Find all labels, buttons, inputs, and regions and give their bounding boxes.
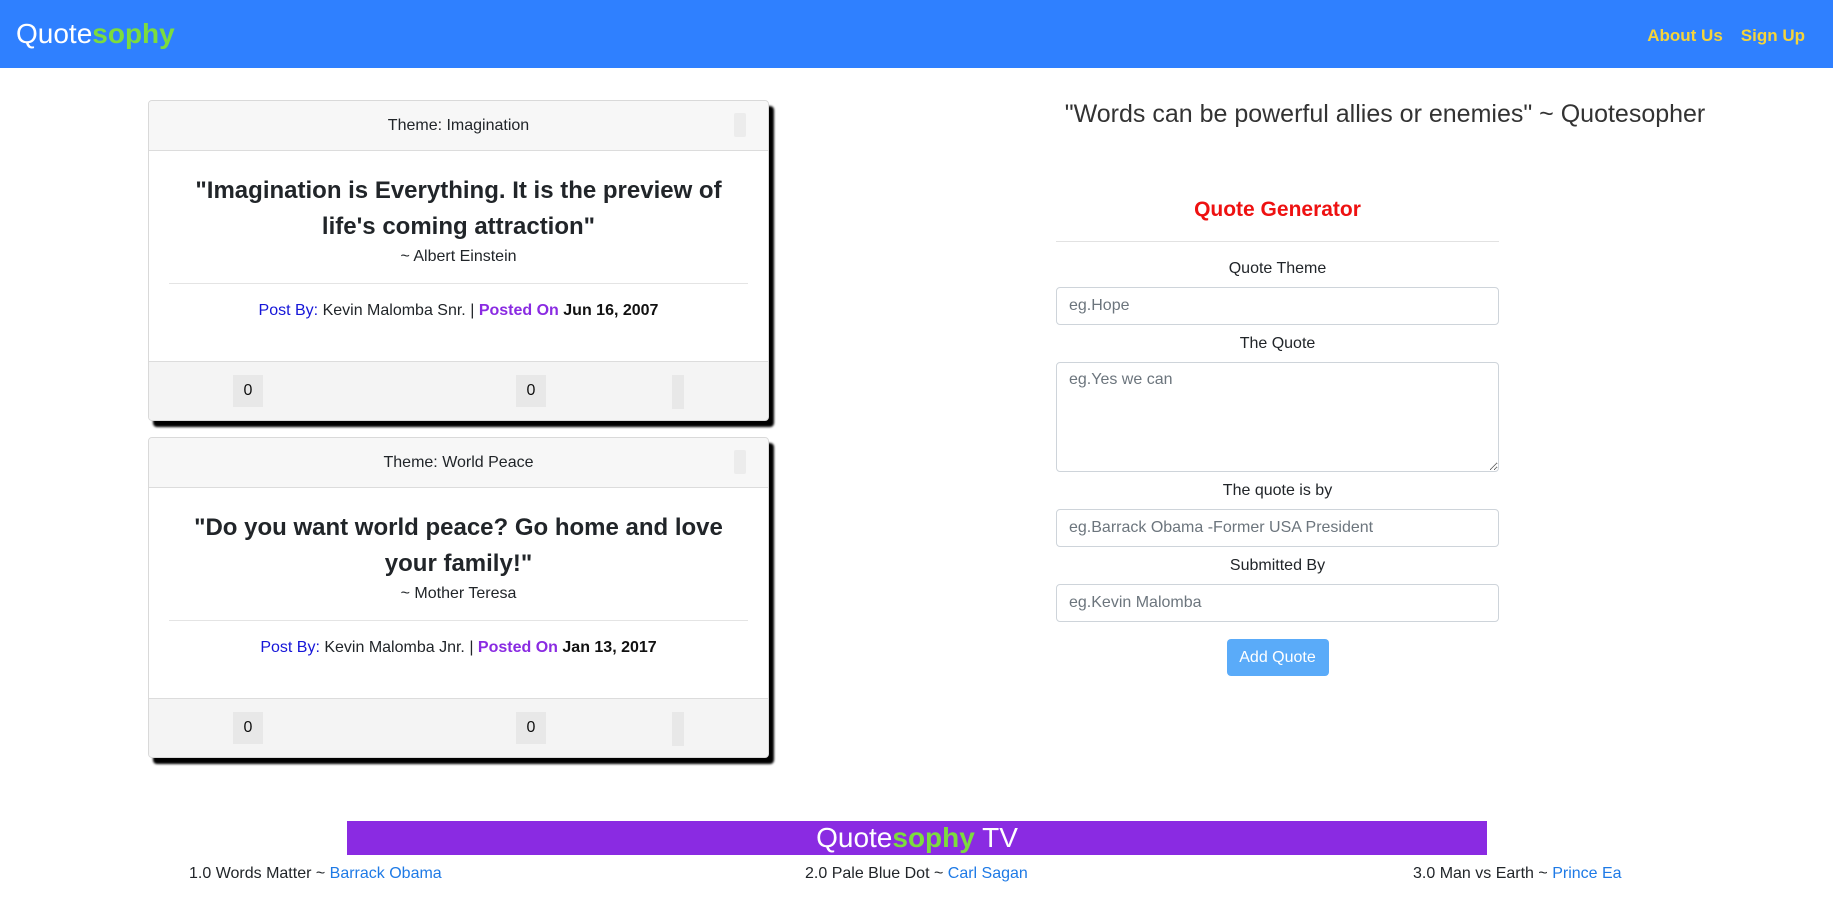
brand-accent: sophy	[92, 18, 175, 49]
submit-wrap: Add Quote	[1056, 639, 1499, 676]
nav-about-us-link[interactable]: About Us	[1647, 26, 1723, 46]
quote-text-input[interactable]	[1056, 362, 1499, 472]
post-by-label: Post By:	[260, 639, 320, 656]
quote-card: Theme: Imagination "Imagination is Every…	[148, 100, 769, 421]
quote-options-button[interactable]	[734, 113, 746, 137]
quote-card-header: Theme: Imagination	[149, 101, 768, 151]
tv-banner: Quotesophy TV	[347, 821, 1487, 855]
quote-theme-input[interactable]	[1056, 287, 1499, 325]
brand-prefix: Quote	[16, 18, 93, 49]
post-by-label: Post By:	[258, 302, 319, 319]
tv-title-prefix: Quote	[816, 822, 893, 853]
upvote-button[interactable]: 0	[233, 712, 263, 744]
nav-sign-up-link[interactable]: Sign Up	[1741, 26, 1805, 46]
quote-card-body: "Imagination is Everything. It is the pr…	[149, 151, 768, 361]
quote-card-footer: 0 0	[149, 361, 768, 420]
posted-on-label: Posted On	[478, 302, 559, 319]
add-quote-button[interactable]: Add Quote	[1226, 639, 1329, 676]
quote-theme: Theme: World Peace	[383, 454, 534, 471]
divider	[169, 283, 748, 284]
quote-meta: Post By: Kevin Malomba Jnr. | Posted On …	[149, 638, 768, 658]
tv-list-item: 1.0 Words Matter ~ Barrack Obama	[189, 864, 442, 884]
tv-item-title: 1.0 Words Matter ~	[189, 865, 330, 882]
quote-meta: Post By: Kevin Malomba Snr. | Posted On …	[149, 301, 768, 321]
quote-card-header: Theme: World Peace	[149, 438, 768, 488]
quote-card-footer: 0 0	[149, 698, 768, 757]
tv-title: Quotesophy TV	[816, 822, 1018, 853]
poster-name: Kevin Malomba Snr.	[322, 302, 466, 319]
quote-text-label: The Quote	[1239, 335, 1316, 352]
quote-theme-label: Quote Theme	[1228, 260, 1327, 277]
downvote-button[interactable]: 0	[516, 712, 546, 744]
brand-logo[interactable]: Quotesophy	[16, 17, 175, 51]
submitted-by-input[interactable]	[1056, 584, 1499, 622]
quote-theme: Theme: Imagination	[387, 117, 530, 134]
tv-item-title: 2.0 Pale Blue Dot ~	[805, 865, 948, 882]
quote-options-button[interactable]	[734, 450, 746, 474]
quote-card-body: "Do you want world peace? Go home and lo…	[149, 488, 768, 698]
delete-quote-button[interactable]	[672, 712, 684, 746]
site-motto: "Words can be powerful allies or enemies…	[1064, 100, 1706, 128]
tv-item-link[interactable]: Carl Sagan	[948, 865, 1028, 882]
quote-author: ~ Albert Einstein	[400, 248, 517, 265]
nav-links: About Us Sign Up	[1647, 26, 1805, 46]
tv-item-title: 3.0 Man vs Earth ~	[1413, 865, 1553, 882]
poster-name: Kevin Malomba Jnr.	[324, 639, 465, 656]
tv-item-link[interactable]: Prince Ea	[1552, 865, 1621, 882]
meta-separator: |	[469, 639, 474, 656]
quote-card: Theme: World Peace "Do you want world pe…	[148, 437, 769, 758]
tv-title-accent: sophy	[892, 822, 975, 853]
quote-text: "Imagination is Everything. It is the pr…	[195, 177, 722, 240]
delete-quote-button[interactable]	[672, 375, 684, 409]
posted-on-label: Posted On	[477, 639, 558, 656]
divider	[169, 620, 748, 621]
quote-form: Quote Generator Quote Theme The Quote Th…	[1056, 190, 1499, 676]
tv-item-link[interactable]: Barrack Obama	[330, 865, 442, 882]
tv-list-item: 3.0 Man vs Earth ~ Prince Ea	[1413, 864, 1622, 884]
post-date: Jan 13, 2017	[562, 639, 657, 656]
quote-text: "Do you want world peace? Go home and lo…	[194, 514, 723, 577]
tv-list-item: 2.0 Pale Blue Dot ~ Carl Sagan	[805, 864, 1028, 884]
downvote-button[interactable]: 0	[516, 375, 546, 407]
navbar: Quotesophy About Us Sign Up	[0, 0, 1833, 68]
quote-author-input[interactable]	[1056, 509, 1499, 547]
post-date: Jun 16, 2007	[563, 302, 659, 319]
form-title: Quote Generator	[1194, 198, 1361, 221]
quote-author-label: The quote is by	[1222, 482, 1333, 499]
submitted-by-label: Submitted By	[1229, 557, 1326, 574]
tv-title-suffix: TV	[974, 822, 1018, 853]
divider	[1056, 241, 1499, 242]
upvote-button[interactable]: 0	[233, 375, 263, 407]
quote-author: ~ Mother Teresa	[400, 585, 517, 602]
meta-separator: |	[470, 302, 475, 319]
